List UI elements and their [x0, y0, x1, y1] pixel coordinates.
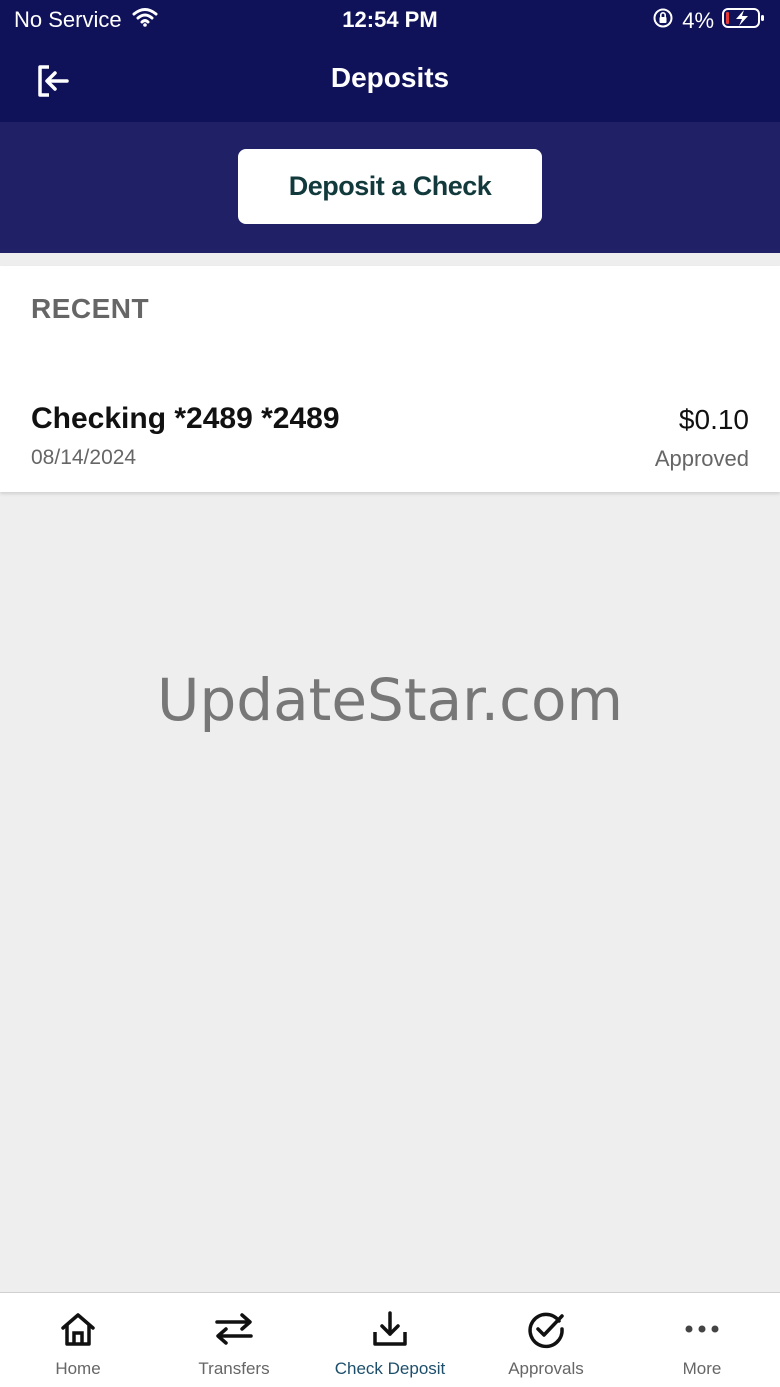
battery-charging-icon	[722, 7, 766, 35]
nav-label: Check Deposit	[334, 1359, 446, 1378]
deposit-account: Checking *2489 *2489	[31, 402, 340, 435]
nav-approvals[interactable]: Approvals	[468, 1293, 624, 1387]
download-tray-icon	[370, 1309, 410, 1349]
deposit-status: Approved	[654, 446, 749, 471]
status-bar: No Service 12:54 PM 4%	[0, 0, 780, 40]
deposit-amount: $0.10	[678, 404, 749, 435]
nav-more[interactable]: More	[624, 1293, 780, 1387]
orientation-lock-icon	[652, 7, 674, 35]
nav-home[interactable]: Home	[0, 1293, 156, 1387]
deposit-check-button[interactable]: Deposit a Check	[238, 149, 542, 224]
nav-check-deposit[interactable]: Check Deposit	[312, 1293, 468, 1387]
nav-label: More	[682, 1359, 722, 1378]
home-icon	[58, 1309, 98, 1349]
deposit-row[interactable]: Checking *2489 *2489 08/14/2024 $0.10 Ap…	[0, 396, 780, 486]
nav-label: Approvals	[508, 1359, 584, 1378]
section-heading: RECENT	[31, 293, 150, 324]
nav-label: Transfers	[198, 1359, 270, 1378]
more-dots-icon	[682, 1309, 722, 1349]
watermark-text: UpdateStar.com	[157, 666, 623, 734]
transfer-arrows-icon	[214, 1309, 254, 1349]
app-header: Deposits	[0, 40, 780, 122]
nav-transfers[interactable]: Transfers	[156, 1293, 312, 1387]
check-circle-icon	[526, 1309, 566, 1349]
deposit-date: 08/14/2024	[31, 446, 137, 469]
battery-percent: 4%	[682, 8, 714, 33]
nav-label: Home	[55, 1359, 101, 1378]
bottom-nav: Home Transfers Check Deposit Approvals M…	[0, 1292, 780, 1387]
page-title: Deposits	[330, 62, 450, 93]
deposit-action-band: Deposit a Check	[0, 122, 780, 253]
recent-deposits-card: RECENT Checking *2489 *2489 08/14/2024 $…	[0, 266, 780, 492]
